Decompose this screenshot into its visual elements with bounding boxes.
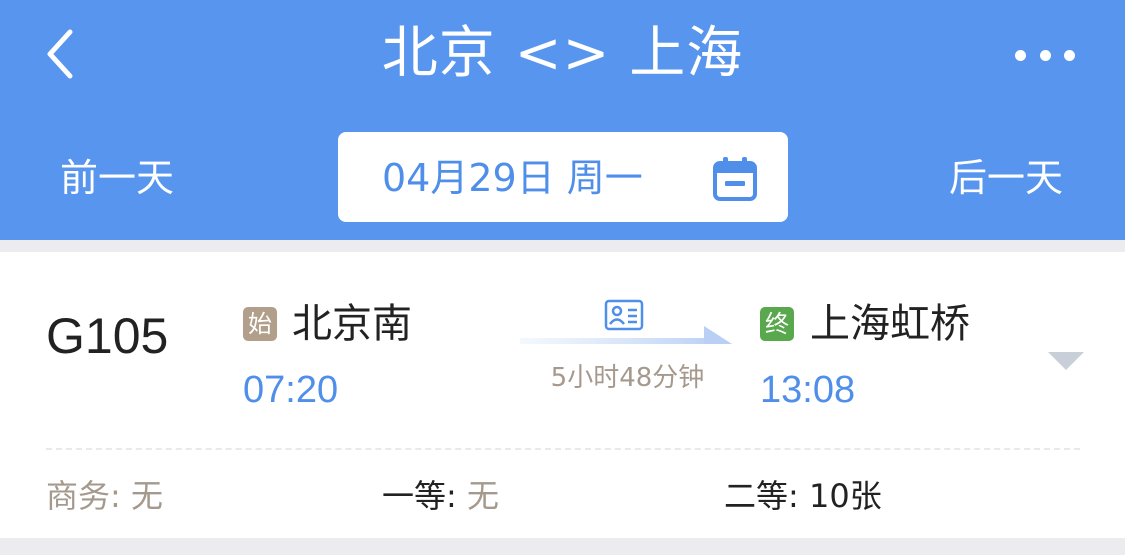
departure-station: 北京南	[292, 301, 412, 347]
travel-duration: 5小时48分钟	[550, 363, 705, 393]
seat-first-class: 一等: 无	[382, 472, 499, 520]
origin-badge: 始	[243, 307, 277, 341]
date-picker[interactable]: 04月29日 周一	[338, 132, 788, 222]
seat-first-class-value: 无	[466, 477, 499, 515]
seat-second-class-label: 二等:	[724, 477, 809, 515]
date-label: 04月29日 周一	[382, 156, 643, 200]
divider	[46, 448, 1080, 450]
seat-second-class-value: 10张	[808, 477, 882, 515]
more-icon[interactable]	[1015, 40, 1075, 70]
route-title: 北京 <> 上海	[381, 21, 744, 86]
chevron-down-icon[interactable]	[1048, 352, 1084, 372]
train-card[interactable]: G105 始 北京南 07:20 5小时48分钟 终 上海虹桥 13:08 商务…	[0, 252, 1125, 538]
seat-business-value: 无	[130, 477, 163, 515]
terminal-badge: 终	[760, 307, 794, 341]
next-day-button[interactable]: 后一天	[949, 150, 1063, 206]
arrival-time: 13:08	[760, 369, 856, 411]
seat-business: 商务: 无	[46, 472, 163, 520]
top-navigation-bar: 北京 <> 上海 前一天 04月29日 周一 后一天	[0, 0, 1125, 240]
train-number: G105	[46, 308, 169, 364]
seat-first-class-label: 一等:	[382, 477, 467, 515]
previous-day-button[interactable]: 前一天	[60, 150, 174, 206]
departure-time: 07:20	[243, 369, 339, 411]
seat-second-class: 二等: 10张	[724, 472, 882, 520]
seat-business-label: 商务:	[46, 477, 131, 515]
arrow-right-icon	[520, 326, 732, 344]
arrival-station: 上海虹桥	[810, 301, 970, 347]
calendar-icon	[713, 157, 757, 201]
